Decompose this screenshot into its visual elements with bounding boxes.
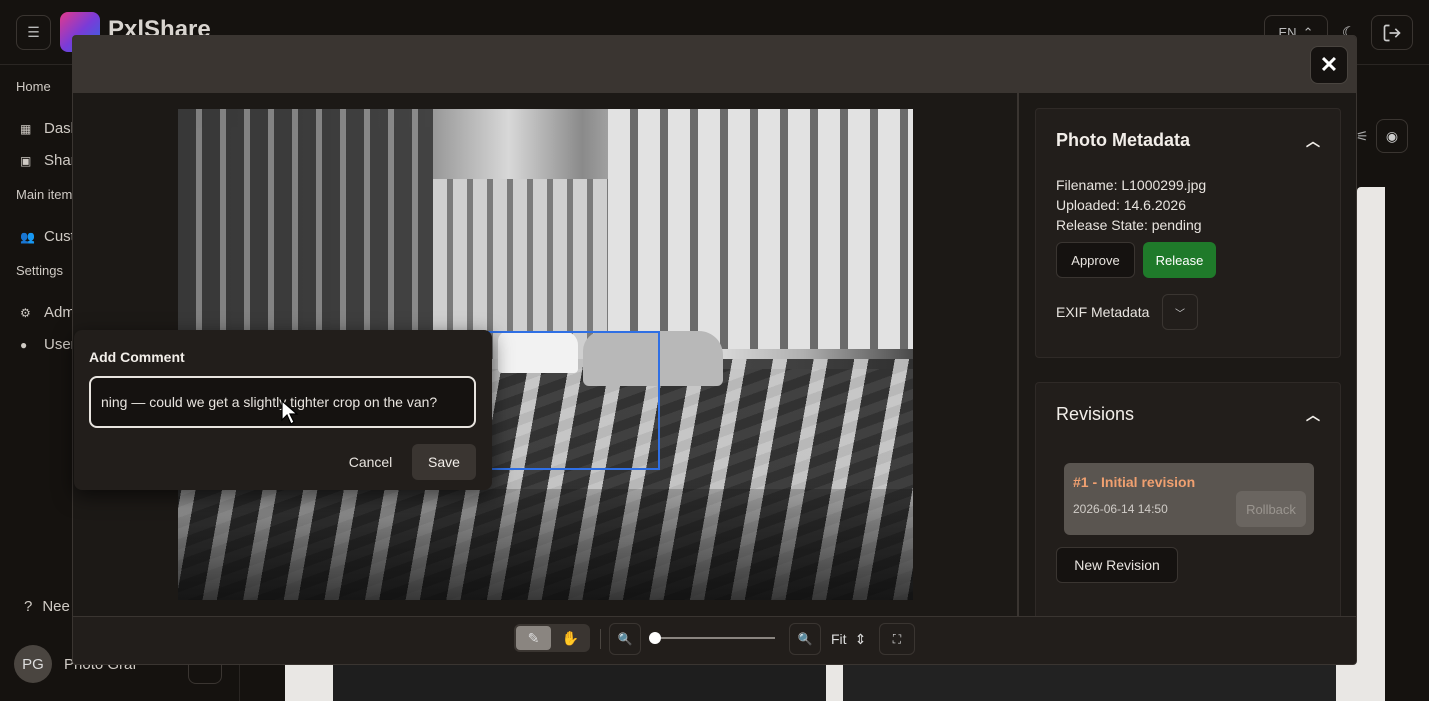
pan-tool-button[interactable]: ✋ [553,626,588,650]
logout-button[interactable] [1371,15,1413,50]
photo-detail [608,109,913,349]
save-button[interactable]: Save [412,444,476,480]
sidebar-help[interactable]: ? Nee [24,598,70,615]
zoom-out-button[interactable]: 🔍 [609,623,641,655]
zoom-slider[interactable] [655,637,775,639]
chevron-up-icon[interactable]: ︿ [1306,405,1320,425]
sidebar-item-label: Cust [44,228,75,245]
users-icon: 👥 [20,229,35,244]
revision-title: #1 - Initial revision [1073,474,1196,490]
sidebar-item-shares[interactable]: ▣ Shar [20,152,76,169]
zoom-in-icon: 🔍 [797,632,813,646]
rollback-button[interactable]: Rollback [1236,491,1306,527]
fit-screen-button[interactable]: ⛶ [879,623,915,655]
annotation-selection-box[interactable] [485,331,660,470]
close-icon: ✕ [1319,52,1339,77]
revision-date: 2026-06-14 14:50 [1073,502,1168,516]
revisions-card: Revisions ︿ #1 - Initial revision 2026-0… [1035,382,1341,622]
chevron-up-icon[interactable]: ︿ [1306,131,1320,151]
uploaded-text: Uploaded: 14.6.2026 [1056,197,1186,213]
preview-button[interactable]: ◉ [1376,119,1408,153]
toolbar-divider [600,629,601,649]
metadata-title: Photo Metadata [1056,130,1191,150]
background-photo [333,662,826,701]
annotate-tool-button[interactable]: ✎ [516,626,551,650]
sidebar-toggle-button[interactable]: ☰ [16,15,51,50]
avatar: PG [14,645,52,683]
comment-title: Add Comment [89,349,185,365]
close-button[interactable]: ✕ [1310,46,1348,84]
revisions-title: Revisions [1056,404,1135,424]
hand-icon: ✋ [561,629,580,646]
photo-detail [178,489,913,600]
zoom-out-icon: 🔍 [617,632,633,646]
gear-icon: ⚙ [20,305,31,320]
mouse-cursor-icon [281,400,299,425]
background-photo [843,662,1336,701]
pen-icon: ✎ [527,629,540,646]
chevron-down-icon: ﹀ [1175,308,1185,320]
zoom-in-button[interactable]: 🔍 [789,623,821,655]
sidebar-item-customers[interactable]: 👥 Cust [20,228,75,245]
approve-button[interactable]: Approve [1056,242,1135,278]
dashboard-icon: ▦ [20,121,32,136]
sidebar-item-dashboard[interactable]: ▦ Dash [20,120,79,137]
user-icon: ● [20,337,28,352]
help-label: Nee [42,598,70,615]
metadata-panel: Photo Metadata ︿ Filename: L1000299.jpg … [1017,93,1356,622]
tool-mode-toggle: ✎ ✋ [514,624,590,652]
chevron-updown-icon: ⇕ [854,630,867,647]
sidebar-group-main: Main item [16,187,73,202]
cancel-button[interactable]: Cancel [339,444,402,480]
collapse-icon: ☰ [27,24,40,40]
sidebar-item-admin[interactable]: ⚙ Adm [20,304,75,321]
exif-label: EXIF Metadata [1056,304,1150,320]
modal-header: ✕ [73,36,1356,93]
sidebar-group-home: Home [16,79,51,94]
revision-item[interactable]: #1 - Initial revision 2026-06-14 14:50 R… [1064,463,1314,535]
eye-icon: ◉ [1385,127,1399,144]
sidebar-item-label: Shar [44,152,76,169]
sidebar-item-users[interactable]: ● User [20,336,76,353]
sidebar-group-settings: Settings [16,263,63,278]
viewer-toolbar: ✎ ✋ 🔍 🔍 Fit ⇕ ⛶ [73,616,1356,664]
fit-select[interactable]: Fit ⇕ [831,623,871,655]
release-button[interactable]: Release [1143,242,1216,278]
release-state-text: Release State: pending [1056,217,1202,233]
logout-icon [1383,24,1401,41]
sidebar-item-label: Adm [44,304,75,321]
new-revision-button[interactable]: New Revision [1056,547,1178,583]
zoom-slider-handle[interactable] [649,632,661,644]
comment-input-text: ning — could we get a slightly tighter c… [101,394,438,410]
filter-icon: ⚟ [1356,128,1369,144]
exif-expand-button[interactable]: ﹀ [1162,294,1198,330]
help-icon: ? [24,598,33,615]
background-content-card [1357,187,1385,667]
photo-metadata-card: Photo Metadata ︿ Filename: L1000299.jpg … [1035,108,1341,358]
image-icon: ▣ [20,153,32,168]
fit-value: Fit [831,631,847,647]
sidebar-item-label: User [44,336,76,353]
filename-text: Filename: L1000299.jpg [1056,177,1207,193]
fit-screen-icon: ⛶ [892,631,902,646]
